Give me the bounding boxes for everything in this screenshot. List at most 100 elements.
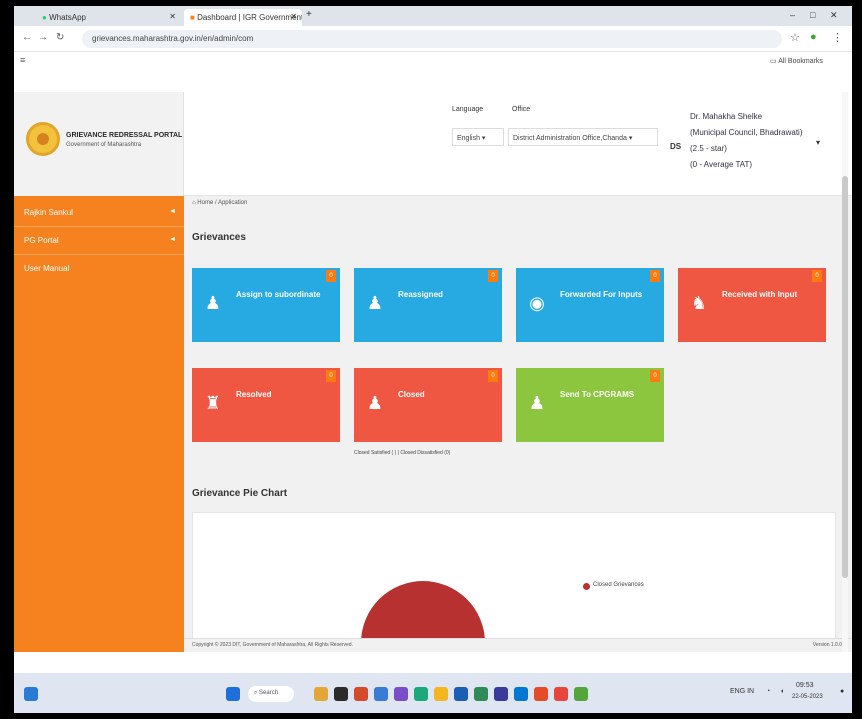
portal-subtitle: Government of Maharashtra <box>66 142 142 148</box>
card-closed[interactable]: ♟ Closed 0 <box>354 368 502 442</box>
home-icon[interactable]: ⌂ <box>192 200 196 206</box>
broom-icon: ♜ <box>204 393 222 413</box>
office-select[interactable]: District Administration Office,Chanda ▾ <box>508 128 658 146</box>
taskbar: ⌕ Search ENG IN ◔ ◖ 09:53 22-05-2023 ● <box>14 673 852 713</box>
app-icon[interactable] <box>454 687 468 701</box>
tab-bar: ● WhatsApp ✕ ■ Dashboard | IGR Governmen… <box>14 6 852 26</box>
breadcrumb-text[interactable]: Home / Application <box>197 200 247 206</box>
reload-icon[interactable]: ↻ <box>56 32 64 43</box>
app-icon[interactable] <box>434 687 448 701</box>
count-badge: 0 <box>812 270 822 282</box>
version-text: Version 1.0.0 <box>812 642 842 648</box>
language-label: Language <box>452 106 484 113</box>
user-name[interactable]: Dr. Mahakha Shelke <box>690 112 762 121</box>
maharashtra-emblem-icon <box>26 122 60 156</box>
new-tab-button[interactable]: + <box>306 9 312 20</box>
legend-label[interactable]: Closed Grievances <box>593 582 644 588</box>
portal-title: GRIEVANCE REDRESSAL PORTAL <box>66 132 183 139</box>
user-initials[interactable]: DS <box>670 142 681 151</box>
sidebar-item-user-manual[interactable]: User Manual <box>14 258 184 280</box>
pie-chart-title: Grievance Pie Chart <box>192 488 288 499</box>
count-badge: 0 <box>326 270 336 282</box>
folder-icon: ▭ <box>770 58 777 65</box>
app-icon[interactable] <box>534 687 548 701</box>
tab-whatsapp[interactable]: ● WhatsApp ✕ <box>36 9 181 26</box>
users-icon: ♟ <box>366 393 384 413</box>
volume-icon[interactable]: ◖ <box>780 688 784 695</box>
maximize-button[interactable]: □ <box>810 10 815 20</box>
card-resolved[interactable]: ♜ Resolved 0 <box>192 368 340 442</box>
chevron-left-icon: ◄ <box>169 208 176 215</box>
chrome-icon[interactable] <box>554 687 568 701</box>
app-icon[interactable] <box>494 687 508 701</box>
profile-icon[interactable]: ● <box>810 31 817 43</box>
card-reassigned[interactable]: ♟ Reassigned 0 <box>354 268 502 342</box>
chevron-down-icon: ▾ <box>481 135 486 142</box>
closed-breakdown-text: Closed Satisfied ( ) | Closed Dissatisfi… <box>354 450 451 456</box>
app-icon[interactable] <box>414 687 428 701</box>
app-icon[interactable] <box>334 687 348 701</box>
office-label: Office <box>512 106 531 113</box>
users-icon: ♟ <box>204 293 222 313</box>
close-icon[interactable]: ✕ <box>169 12 176 21</box>
start-icon[interactable] <box>226 687 240 701</box>
app-icon[interactable] <box>574 687 588 701</box>
chevron-left-icon: ◄ <box>169 236 176 243</box>
count-badge: 0 <box>650 270 660 282</box>
whatsapp-icon: ● <box>42 13 47 22</box>
address-bar-row: ← → ↻ grievances.maharashtra.gov.in/en/a… <box>14 26 852 52</box>
count-badge: 0 <box>326 370 336 382</box>
hamburger-icon[interactable]: ≡ <box>20 55 25 65</box>
star-icon[interactable]: ☆ <box>790 31 800 44</box>
language-select[interactable]: English ▾ <box>452 128 504 146</box>
tab-label: Dashboard | IGR Government <box>197 13 302 22</box>
copyright-text: Copyright © 2023 DIT, Government of Maha… <box>192 642 353 648</box>
card-label: Resolved <box>236 390 272 399</box>
divider <box>14 254 184 255</box>
search-label: Search <box>259 690 279 696</box>
card-forwarded-for-inputs[interactable]: ◉ Forwarded For Inputs 0 <box>516 268 664 342</box>
card-assign-to-subordinate[interactable]: ♟ Assign to subordinate 0 <box>192 268 340 342</box>
app-icon[interactable] <box>474 687 488 701</box>
scrollbar-thumb[interactable] <box>842 176 848 578</box>
app-icon[interactable] <box>354 687 368 701</box>
minimize-button[interactable]: – <box>790 10 795 20</box>
taskbar-search[interactable]: ⌕ Search <box>248 686 294 702</box>
close-icon[interactable]: ✕ <box>290 12 297 21</box>
card-send-to-cpgrams[interactable]: ♟ Send To CPGRAMS 0 <box>516 368 664 442</box>
office-value: District Administration Office,Chanda <box>513 135 627 142</box>
sidebar-item-pg-portal[interactable]: PG Portal ◄ <box>14 230 184 252</box>
sidebar-item-label: Rajkin Sankul <box>24 208 73 217</box>
user-dropdown-icon[interactable]: ▾ <box>816 138 820 147</box>
url-input[interactable]: grievances.maharashtra.gov.in/en/admin/c… <box>82 30 782 48</box>
menu-icon[interactable]: ⋮ <box>832 31 843 44</box>
scrollbar[interactable] <box>842 92 848 652</box>
sidebar-item-rajkin-sankul[interactable]: Rajkin Sankul ◄ <box>14 202 184 224</box>
app-icon[interactable] <box>514 687 528 701</box>
card-label: Assign to subordinate <box>236 290 321 299</box>
card-received-with-input[interactable]: ♞ Received with Input 0 <box>678 268 826 342</box>
card-label: Received with Input <box>722 290 798 299</box>
legend-marker <box>583 583 590 590</box>
back-icon[interactable]: ← <box>22 32 32 43</box>
site-header: GRIEVANCE REDRESSAL PORTAL Government of… <box>14 92 852 196</box>
card-label: Closed <box>398 390 425 399</box>
divider <box>14 226 184 227</box>
page-icon: ■ <box>190 13 195 22</box>
app-icon[interactable] <box>314 687 328 701</box>
widgets-icon[interactable] <box>24 687 38 701</box>
card-label: Forwarded For Inputs <box>560 290 643 299</box>
users-icon: ♟ <box>528 393 546 413</box>
wifi-icon[interactable]: ◔ <box>766 688 770 695</box>
all-bookmarks-link[interactable]: ▭ All Bookmarks <box>770 57 823 65</box>
tab-dashboard[interactable]: ■ Dashboard | IGR Government ✕ <box>184 9 302 26</box>
notification-icon[interactable]: ● <box>840 688 844 695</box>
app-icon[interactable] <box>374 687 388 701</box>
app-icon[interactable] <box>394 687 408 701</box>
forward-icon[interactable]: → <box>38 32 48 43</box>
tray-language[interactable]: ENG IN <box>730 688 754 695</box>
sidebar: Rajkin Sankul ◄ PG Portal ◄ User Manual <box>14 196 184 652</box>
close-window-button[interactable]: ✕ <box>830 10 838 21</box>
clock-time[interactable]: 09:53 <box>796 682 814 689</box>
clock-date[interactable]: 22-05-2023 <box>792 694 823 700</box>
